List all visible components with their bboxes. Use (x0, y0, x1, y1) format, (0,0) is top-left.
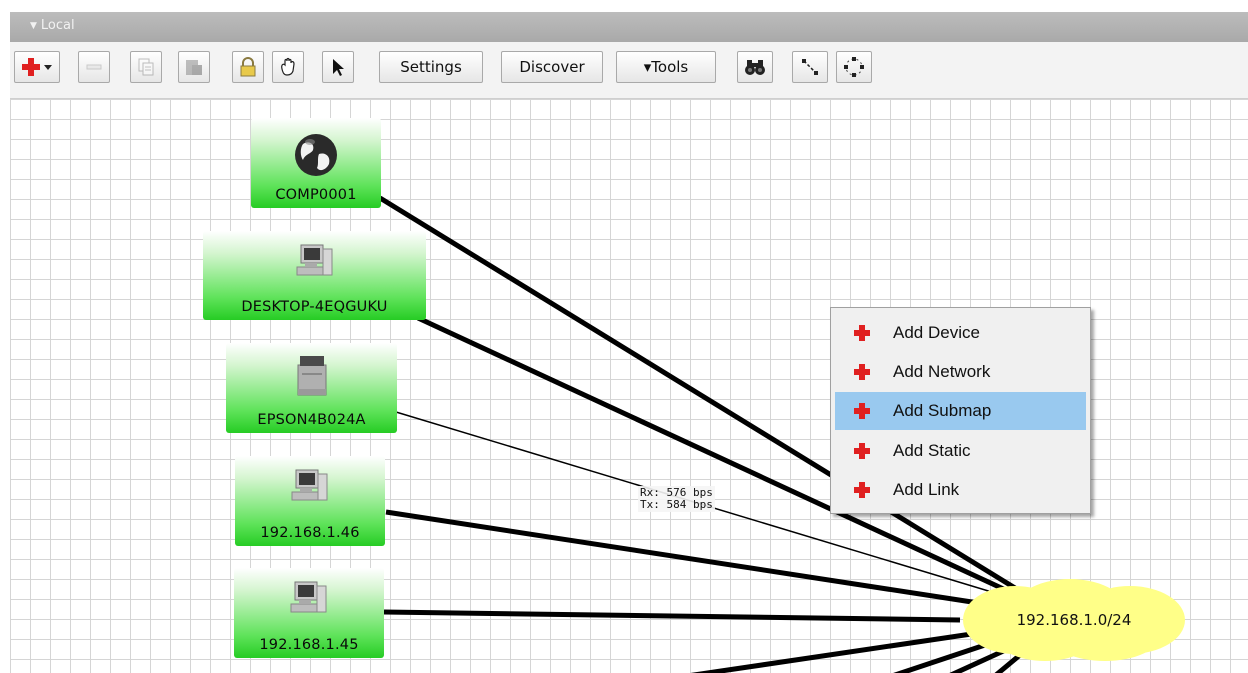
computer-icon (296, 244, 332, 276)
device-node-epson4b024a[interactable]: EPSON4B024A (226, 343, 397, 433)
network-name: 192.168.1.0/24 (1016, 611, 1132, 629)
device-node-desktop-4eqguku[interactable]: DESKTOP-4EQGUKU (203, 231, 426, 320)
menu-item-add-submap[interactable]: Add Submap (835, 392, 1086, 430)
link-192-168-1-46[interactable] (385, 509, 986, 607)
menu-item-label: Add Network (893, 362, 991, 381)
computer-icon (291, 469, 328, 501)
link-traffic-label: Rx: 576 bps Tx: 584 bps (638, 486, 715, 512)
add-icon (854, 325, 870, 341)
tx-rate: Tx: 584 bps (640, 498, 713, 511)
menu-item-add-link[interactable]: Add Link (835, 471, 1086, 509)
device-node-comp0001[interactable]: COMP0001 (251, 118, 381, 208)
computer-icon (290, 581, 327, 613)
link-offscreen-1[interactable] (660, 629, 986, 673)
device-name: DESKTOP-4EQGUKU (241, 299, 388, 315)
device-node-192-168-1-46[interactable]: 192.168.1.46 (235, 456, 385, 546)
add-icon (854, 403, 870, 419)
add-icon (854, 443, 870, 459)
printer-icon (297, 356, 326, 396)
add-icon (854, 364, 870, 380)
add-icon (854, 482, 870, 498)
menu-item-add-device[interactable]: Add Device (835, 314, 1086, 352)
device-name: 192.168.1.45 (259, 637, 359, 653)
device-name: EPSON4B024A (257, 412, 366, 428)
globe-icon (295, 134, 337, 176)
device-name: 192.168.1.46 (260, 525, 360, 541)
menu-item-add-static[interactable]: Add Static (835, 432, 1086, 470)
menu-item-label: Add Submap (893, 401, 992, 420)
menu-item-label: Add Device (893, 323, 980, 342)
link-192-168-1-45[interactable] (383, 609, 961, 623)
device-name: COMP0001 (275, 187, 357, 203)
device-node-192-168-1-45[interactable]: 192.168.1.45 (234, 568, 384, 658)
context-menu: Add Device Add Network Add Submap Add St… (830, 307, 1091, 514)
menu-item-label: Add Link (893, 480, 960, 499)
network-node[interactable]: 192.168.1.0/24 (955, 575, 1193, 665)
menu-item-label: Add Static (893, 441, 971, 460)
menu-item-add-network[interactable]: Add Network (835, 353, 1086, 391)
